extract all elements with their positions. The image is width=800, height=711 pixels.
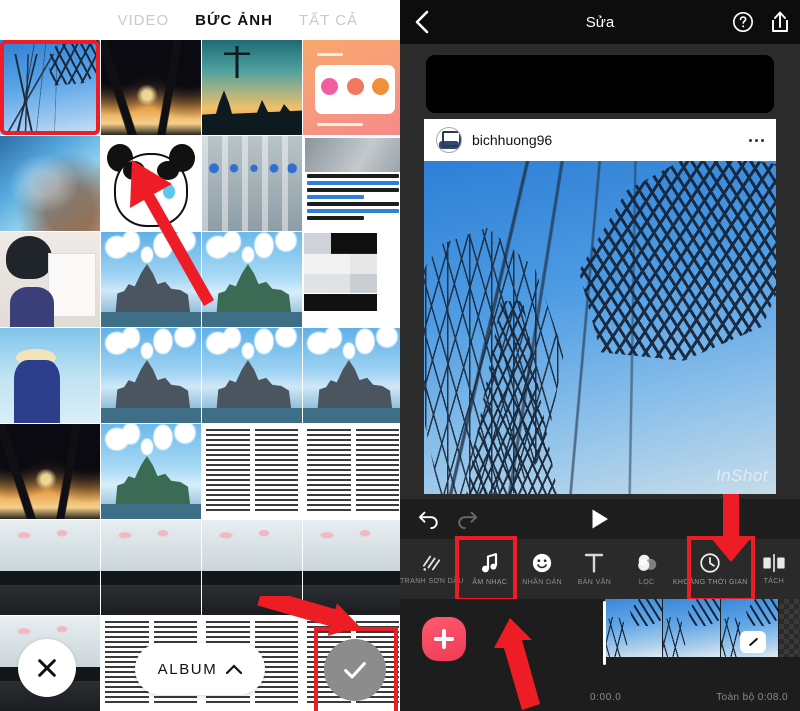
playhead[interactable] (603, 601, 606, 665)
ellipsis-icon[interactable] (749, 138, 764, 142)
filter-circles-icon (637, 554, 656, 571)
avatar (436, 127, 462, 153)
play-button[interactable] (591, 508, 610, 530)
tool-split[interactable]: TÁCH (748, 539, 800, 599)
inshot-editor-panel: Sửa bichhuong96 InShot TRANH SƠN DẦU ÂM … (400, 0, 800, 711)
play-icon (592, 509, 608, 529)
tool-label-split: TÁCH (763, 578, 785, 585)
photo-grid (0, 40, 400, 711)
confirm-selection-wrap[interactable] (314, 627, 398, 711)
chevron-up-icon (226, 663, 243, 674)
grid-cell-mont-b[interactable] (202, 232, 302, 327)
close-icon (38, 659, 56, 677)
back-button[interactable] (414, 10, 430, 34)
grid-cell-mont-d[interactable] (202, 328, 302, 423)
add-clip-button[interactable] (422, 617, 466, 661)
grid-cell-girl-sketch[interactable] (0, 232, 100, 327)
tool-label-sticker: NHÃN DÁN (522, 579, 563, 586)
music-note-icon (481, 553, 497, 573)
grid-cell-chat-screenshot[interactable] (303, 424, 400, 519)
smiley-sticker-icon (532, 553, 552, 573)
undo-icon (418, 511, 438, 529)
grid-cell-church-dusk[interactable] (202, 40, 302, 135)
tool-canvas[interactable]: TRANH SƠN DẦU (400, 539, 464, 599)
clip-thumbnail[interactable] (663, 599, 721, 657)
tool-filter[interactable]: LỌC (621, 539, 673, 599)
help-button[interactable] (732, 11, 754, 33)
confirm-selection-button[interactable] (324, 639, 386, 701)
playback-controls (400, 499, 800, 539)
current-time-label: 0:00.0 (590, 692, 622, 703)
canvas-stripes-icon (422, 555, 441, 571)
instagram-post-card: bichhuong96 InShot (424, 119, 776, 494)
grid-cell-mont-f[interactable] (101, 424, 201, 519)
clock-icon (700, 553, 720, 573)
tool-label-duration: KHOẢNG THỜI GIAN (672, 579, 748, 586)
grid-cell-sunset-palms[interactable] (101, 40, 201, 135)
grid-cell-dashcam-b[interactable] (101, 520, 201, 615)
grid-cell-picnic[interactable] (0, 328, 100, 423)
tool-label-text: BẢN VĂN (577, 579, 612, 586)
black-letterbox-bar (426, 55, 774, 113)
timeline-panel: 0:00.0 Toàn bộ 0:08.0 (400, 599, 800, 711)
editor-toolbar: TRANH SƠN DẦU ÂM NHẠC NHÃN DÁN BẢN VĂN L… (400, 536, 800, 602)
grid-cell-mont-e[interactable] (303, 328, 400, 423)
tab-all[interactable]: TẤT CẢ (299, 12, 358, 29)
watermark: InShot (715, 466, 768, 485)
gallery-tab-bar: VIDEO BỨC ẢNH TẤT CẢ (0, 0, 400, 40)
text-t-icon (585, 553, 604, 573)
grid-cell-cat[interactable] (0, 136, 100, 231)
tool-music[interactable]: ÂM NHẠC (464, 539, 516, 599)
grid-cell-sky-tree[interactable] (0, 40, 100, 135)
tool-sticker[interactable]: NHÃN DÁN (516, 539, 568, 599)
tool-text[interactable]: BẢN VĂN (568, 539, 620, 599)
post-header: bichhuong96 (424, 119, 776, 161)
tool-duration[interactable]: KHOẢNG THỜI GIAN (673, 539, 748, 599)
grid-cell-document-a[interactable] (202, 424, 302, 519)
redo-button[interactable] (456, 509, 478, 529)
grid-cell-dashcam-a[interactable] (0, 520, 100, 615)
screenshot-root: VIDEO BỨC ẢNH TẤT CẢ ALBUM Sửa bichhuong… (0, 0, 800, 711)
post-username: bichhuong96 (472, 132, 553, 148)
share-button[interactable] (770, 10, 790, 34)
preview-canvas: bichhuong96 InShot (414, 49, 786, 494)
chevron-left-icon (415, 10, 429, 34)
share-up-icon (772, 11, 788, 32)
tool-label-music: ÂM NHẠC (472, 579, 508, 586)
album-label: ALBUM (157, 660, 218, 678)
close-button[interactable] (18, 639, 76, 697)
video-preview-area[interactable]: bichhuong96 InShot (400, 44, 800, 499)
tool-label-filter: LỌC (638, 579, 655, 586)
empty-track-area[interactable] (779, 599, 800, 657)
grid-cell-panda-meme[interactable] (101, 136, 201, 231)
post-photo: InShot (424, 161, 776, 494)
grid-cell-dashcam-d[interactable] (303, 520, 400, 615)
split-icon (763, 553, 785, 573)
grid-cell-robots[interactable] (202, 136, 302, 231)
total-time-label: Toàn bộ 0:08.0 (716, 692, 788, 703)
grid-cell-sunset-palms-b[interactable] (0, 424, 100, 519)
editor-header: Sửa (400, 0, 800, 44)
clip-strip[interactable] (605, 599, 800, 665)
redo-icon (458, 511, 478, 529)
grid-cell-collage-a[interactable] (303, 232, 400, 327)
question-circle-icon (733, 12, 753, 32)
check-icon (344, 662, 366, 679)
grid-cell-mont-c[interactable] (101, 328, 201, 423)
undo-button[interactable] (418, 509, 440, 529)
grid-cell-dashcam-c[interactable] (202, 520, 302, 615)
transition-button[interactable] (740, 631, 766, 653)
tool-label-canvas: TRANH SƠN DẦU (400, 578, 464, 585)
gallery-picker-panel: VIDEO BỨC ẢNH TẤT CẢ ALBUM (0, 0, 400, 711)
grid-cell-mont-a[interactable] (101, 232, 201, 327)
grid-cell-orange-card[interactable] (303, 40, 400, 135)
tab-photos[interactable]: BỨC ẢNH (195, 12, 273, 29)
album-selector-button[interactable]: ALBUM (135, 643, 265, 695)
tab-video[interactable]: VIDEO (117, 12, 169, 29)
clip-thumbnail[interactable] (605, 599, 663, 657)
grid-cell-article[interactable] (303, 136, 400, 231)
